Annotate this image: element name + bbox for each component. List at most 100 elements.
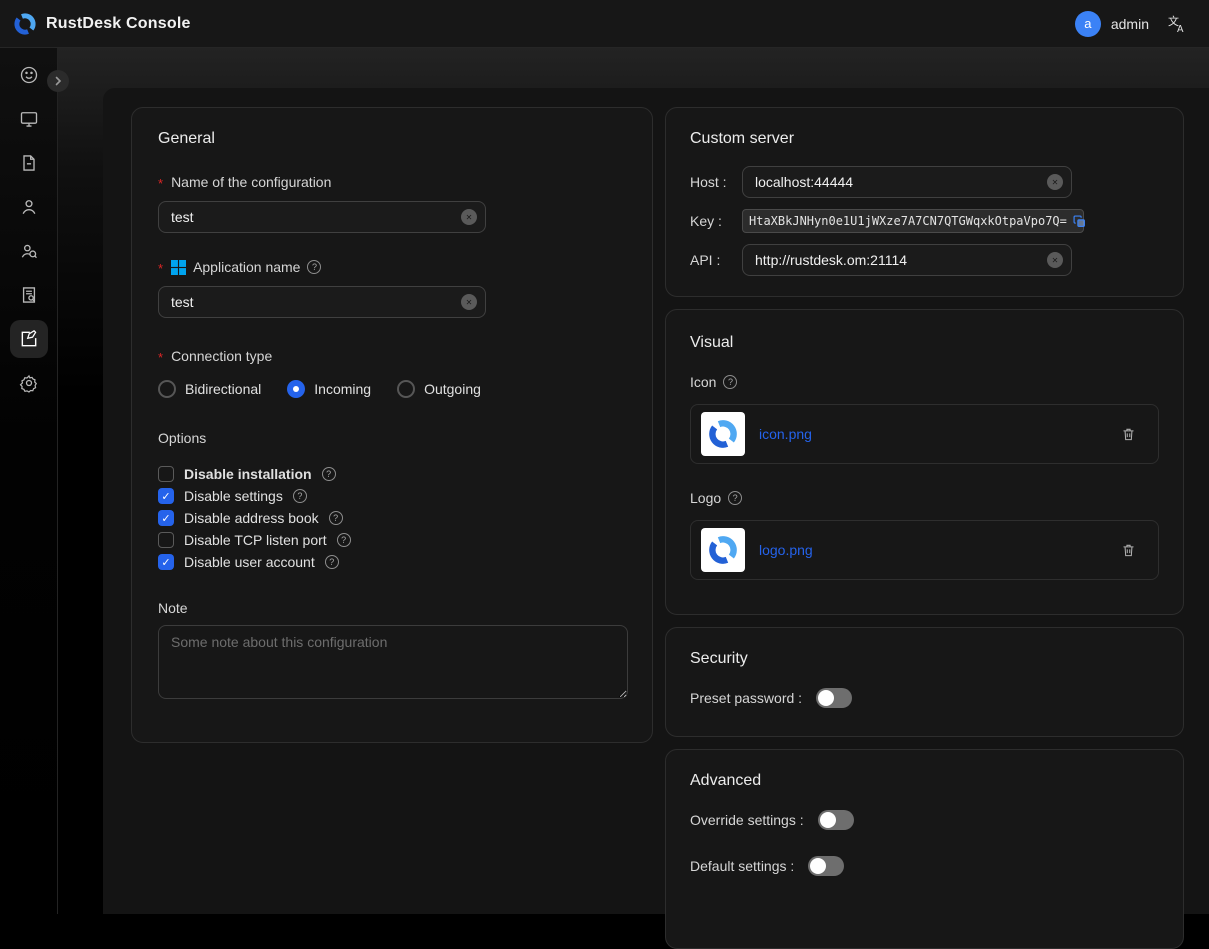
option-disable-user-account[interactable]: Disable user account <box>158 554 626 570</box>
api-input[interactable] <box>742 244 1072 276</box>
checkbox-icon[interactable] <box>158 488 174 504</box>
logo-thumbnail <box>701 528 745 572</box>
sidebar-item-devices[interactable] <box>10 100 48 138</box>
sidebar-item-documents[interactable] <box>10 144 48 182</box>
user-menu[interactable]: a admin <box>1075 11 1149 37</box>
icon-thumbnail <box>701 412 745 456</box>
security-panel: Security Preset password : <box>665 627 1184 737</box>
option-disable-address-book[interactable]: Disable address book <box>158 510 626 526</box>
options-list: Disable installation Disable settings Di… <box>158 466 626 570</box>
radio-icon[interactable] <box>287 380 305 398</box>
sidebar-nav <box>0 48 58 914</box>
option-disable-settings[interactable]: Disable settings <box>158 488 626 504</box>
required-asterisk <box>158 348 164 364</box>
content-area: General Name of the configuration <box>103 88 1209 914</box>
radio-icon[interactable] <box>397 380 415 398</box>
clear-input-icon[interactable] <box>461 209 477 225</box>
question-circle-icon[interactable] <box>325 555 339 569</box>
gear-icon <box>19 373 39 393</box>
custom-server-title: Custom server <box>690 130 1159 148</box>
options-label: Options <box>158 430 626 446</box>
sidebar-expand-button[interactable] <box>47 70 69 92</box>
advanced-title: Advanced <box>690 772 1159 790</box>
brand: RustDesk Console <box>12 11 191 37</box>
question-circle-icon[interactable] <box>322 467 336 481</box>
key-label: Key : <box>690 213 742 229</box>
api-label: API : <box>690 252 742 268</box>
windows-logo-icon <box>171 260 186 275</box>
trash-icon[interactable] <box>1121 542 1136 558</box>
radio-icon[interactable] <box>158 380 176 398</box>
sidebar-item-settings[interactable] <box>10 364 48 402</box>
user-group-icon <box>19 241 39 261</box>
security-title: Security <box>690 650 1159 668</box>
monitor-icon <box>19 109 39 129</box>
config-name-input[interactable] <box>158 201 486 233</box>
radio-incoming[interactable]: Incoming <box>287 380 371 398</box>
rustdesk-logo-icon <box>12 11 38 37</box>
key-value-pill: HtaXBkJNHyn0e1U1jWXze7A7CN7QTGWqxkOtpaVp… <box>742 209 1084 233</box>
document-icon <box>19 153 39 173</box>
checkbox-icon[interactable] <box>158 466 174 482</box>
option-disable-installation[interactable]: Disable installation <box>158 466 626 482</box>
icon-file-link[interactable]: icon.png <box>759 426 812 442</box>
general-title: General <box>158 130 626 148</box>
app-name-input[interactable] <box>158 286 486 318</box>
connection-type-label: Connection type <box>171 348 272 364</box>
required-asterisk <box>158 174 164 190</box>
note-textarea[interactable] <box>158 625 628 699</box>
checkbox-icon[interactable] <box>158 554 174 570</box>
top-navbar: RustDesk Console a admin 文 A <box>0 0 1209 48</box>
checkbox-icon[interactable] <box>158 532 174 548</box>
clear-input-icon[interactable] <box>461 294 477 310</box>
sidebar-item-groups[interactable] <box>10 232 48 270</box>
audit-log-icon <box>19 285 39 305</box>
general-panel: General Name of the configuration <box>131 107 653 743</box>
question-circle-icon[interactable] <box>293 489 307 503</box>
sidebar-item-dashboard[interactable] <box>10 56 48 94</box>
connection-type-group: Bidirectional Incoming Outgoing <box>158 380 626 398</box>
edit-square-icon <box>19 329 39 349</box>
preset-password-label: Preset password : <box>690 690 802 706</box>
required-asterisk <box>158 259 164 275</box>
option-disable-tcp-listen-port[interactable]: Disable TCP listen port <box>158 532 626 548</box>
sidebar-item-configurations[interactable] <box>10 320 48 358</box>
host-label: Host : <box>690 174 742 190</box>
override-settings-toggle[interactable] <box>818 810 854 830</box>
sidebar-item-users[interactable] <box>10 188 48 226</box>
clear-input-icon[interactable] <box>1047 174 1063 190</box>
question-circle-icon[interactable] <box>337 533 351 547</box>
host-input[interactable] <box>742 166 1072 198</box>
translate-icon[interactable]: 文 A <box>1167 14 1187 34</box>
icon-upload-label: Icon <box>690 374 716 390</box>
user-icon <box>19 197 39 217</box>
default-settings-label: Default settings : <box>690 858 794 874</box>
sidebar-item-audit-log[interactable] <box>10 276 48 314</box>
key-value: HtaXBkJNHyn0e1U1jWXze7A7CN7QTGWqxkOtpaVp… <box>749 214 1067 228</box>
preset-password-toggle[interactable] <box>816 688 852 708</box>
app-name-label: Application name <box>193 259 300 275</box>
icon-upload-box: icon.png <box>690 404 1159 464</box>
logo-upload-box: logo.png <box>690 520 1159 580</box>
override-settings-label: Override settings : <box>690 812 804 828</box>
radio-bidirectional[interactable]: Bidirectional <box>158 380 261 398</box>
question-circle-icon[interactable] <box>329 511 343 525</box>
avatar[interactable]: a <box>1075 11 1101 37</box>
question-circle-icon[interactable] <box>728 491 742 505</box>
visual-title: Visual <box>690 334 1159 352</box>
checkbox-icon[interactable] <box>158 510 174 526</box>
user-name: admin <box>1111 16 1149 32</box>
default-settings-toggle[interactable] <box>808 856 844 876</box>
visual-panel: Visual Icon <box>665 309 1184 615</box>
radio-outgoing[interactable]: Outgoing <box>397 380 481 398</box>
logo-file-link[interactable]: logo.png <box>759 542 813 558</box>
question-circle-icon[interactable] <box>723 375 737 389</box>
trash-icon[interactable] <box>1121 426 1136 442</box>
advanced-panel: Advanced Override settings : Default set… <box>665 749 1184 949</box>
custom-server-panel: Custom server Host : Key : HtaXBkJNHyn0e… <box>665 107 1184 297</box>
question-circle-icon[interactable] <box>307 260 321 274</box>
logo-upload-label: Logo <box>690 490 721 506</box>
clear-input-icon[interactable] <box>1047 252 1063 268</box>
copy-icon[interactable] <box>1073 215 1086 228</box>
smiley-face-icon <box>19 65 39 85</box>
